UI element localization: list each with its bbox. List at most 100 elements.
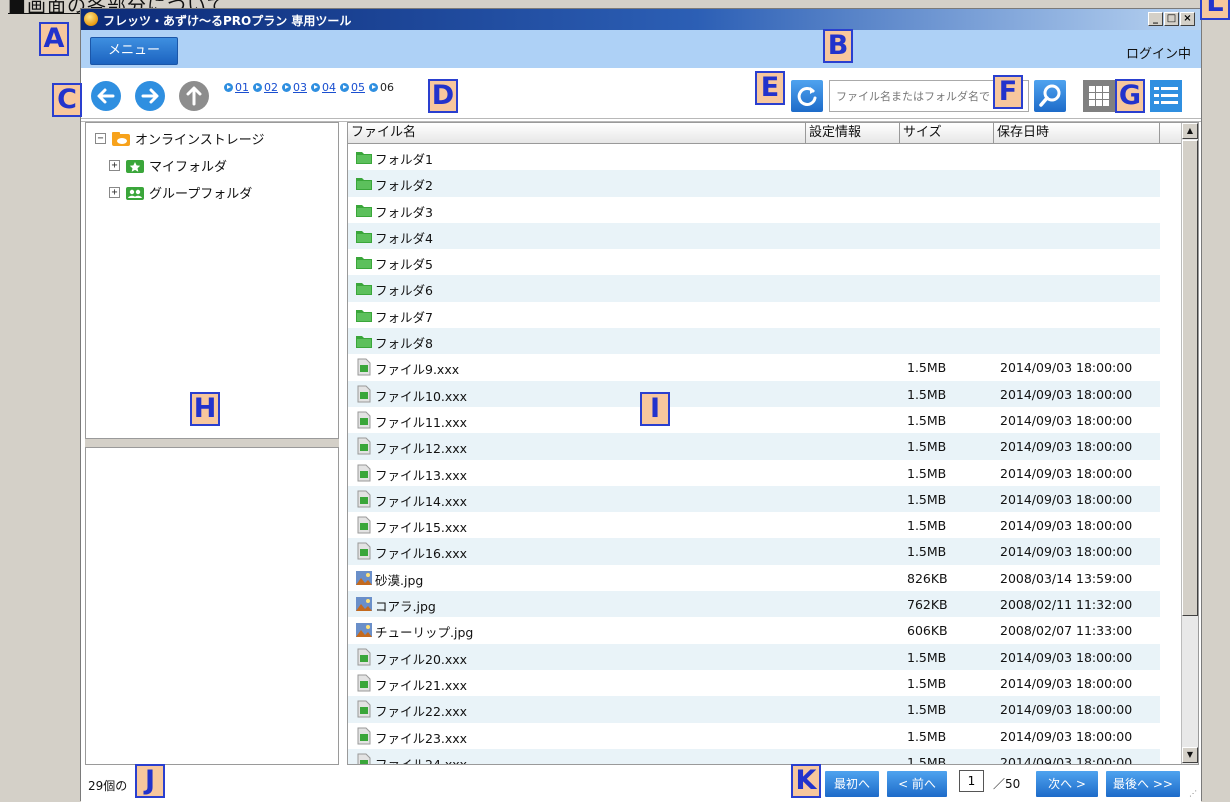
file-date: 2008/03/14 13:59:00 xyxy=(1000,570,1133,586)
star-folder-icon xyxy=(125,158,145,174)
callout-marker: J xyxy=(135,764,165,798)
table-row[interactable]: ファイル23.xxx 1.5MB 2014/09/03 18:00:00 xyxy=(348,723,1160,749)
folder-icon xyxy=(355,148,373,166)
file-name: フォルダ3 xyxy=(375,204,433,220)
table-row[interactable]: ファイル11.xxx 1.5MB 2014/09/03 18:00:00 xyxy=(348,407,1160,433)
breadcrumb-link[interactable]: 03 xyxy=(293,81,307,94)
table-row[interactable]: フォルダ7 xyxy=(348,302,1160,328)
tree-item-label: グループフォルダ xyxy=(149,187,253,202)
file-name: ファイル10.xxx xyxy=(375,388,468,404)
file-size: 762KB xyxy=(907,597,948,613)
chevron-right-icon xyxy=(311,83,320,92)
vertical-scrollbar[interactable]: ▲ ▼ xyxy=(1181,123,1198,764)
column-header-size[interactable]: サイズ xyxy=(900,123,994,144)
chevron-right-icon xyxy=(340,83,349,92)
breadcrumb-item[interactable]: 02 xyxy=(253,81,278,94)
expand-icon[interactable]: + xyxy=(109,160,120,171)
first-page-button[interactable]: 最初へ xyxy=(825,771,879,797)
table-row[interactable]: フォルダ3 xyxy=(348,197,1160,223)
table-row[interactable]: フォルダ2 xyxy=(348,170,1160,197)
table-row[interactable]: フォルダ1 xyxy=(348,144,1160,170)
breadcrumb-item[interactable]: 05 xyxy=(340,81,365,94)
collapse-icon[interactable]: − xyxy=(95,133,106,144)
refresh-button[interactable] xyxy=(791,80,823,112)
file-date: 2014/09/03 18:00:00 xyxy=(1000,544,1133,560)
file-name: ファイル16.xxx xyxy=(375,546,468,562)
table-row[interactable]: フォルダ5 xyxy=(348,249,1160,275)
callout-marker: L xyxy=(1200,0,1230,20)
tree-item-my-folder[interactable]: + マイフォルダ xyxy=(109,156,227,175)
close-button[interactable]: × xyxy=(1180,12,1195,26)
prev-page-button[interactable]: < 前へ xyxy=(887,771,947,797)
pane-splitter[interactable] xyxy=(85,439,339,447)
file-date: 2014/09/03 18:00:00 xyxy=(1000,465,1133,481)
folder-icon xyxy=(355,227,373,245)
table-row[interactable]: ファイル12.xxx 1.5MB 2014/09/03 18:00:00 xyxy=(348,433,1160,460)
tree-item-online-storage[interactable]: − オンラインストレージ xyxy=(95,129,264,148)
column-header-settings[interactable]: 設定情報 xyxy=(806,123,900,144)
title-bar[interactable]: フレッツ・あずけ～るPROプラン 専用ツール _ □ × xyxy=(81,9,1201,30)
column-header-name[interactable]: ファイル名 xyxy=(348,123,806,144)
file-size: 1.5MB xyxy=(907,439,947,455)
image-icon xyxy=(355,595,373,613)
minimize-button[interactable]: _ xyxy=(1148,12,1163,26)
table-row[interactable]: フォルダ6 xyxy=(348,275,1160,302)
breadcrumb-item[interactable]: 03 xyxy=(282,81,307,94)
page-number-input[interactable] xyxy=(959,770,984,792)
grid-view-button[interactable] xyxy=(1083,80,1115,112)
list-view-button[interactable] xyxy=(1150,80,1182,112)
breadcrumb-link[interactable]: 05 xyxy=(351,81,365,94)
file-icon xyxy=(355,437,373,455)
scroll-up-icon[interactable]: ▲ xyxy=(1182,123,1198,139)
table-row[interactable]: 砂漠.jpg 826KB 2008/03/14 13:59:00 xyxy=(348,565,1160,591)
table-row[interactable]: ファイル10.xxx 1.5MB 2014/09/03 18:00:00 xyxy=(348,380,1160,407)
menu-button[interactable]: メニュー xyxy=(90,37,178,65)
table-row[interactable]: ファイル13.xxx 1.5MB 2014/09/03 18:00:00 xyxy=(348,460,1160,486)
app-logo-icon xyxy=(84,12,98,26)
last-page-button[interactable]: 最後へ >> xyxy=(1106,771,1180,797)
table-row[interactable]: ファイル21.xxx 1.5MB 2014/09/03 18:00:00 xyxy=(348,670,1160,696)
table-row[interactable]: ファイル9.xxx 1.5MB 2014/09/03 18:00:00 xyxy=(348,354,1160,380)
table-row[interactable]: コアラ.jpg 762KB 2008/02/11 11:32:00 xyxy=(348,591,1160,618)
breadcrumb-link[interactable]: 01 xyxy=(235,81,249,94)
breadcrumb-item[interactable]: 01 xyxy=(224,81,249,94)
table-row[interactable]: チューリップ.jpg 606KB 2008/02/07 11:33:00 xyxy=(348,617,1160,643)
status-bar: 29個の 最初へ < 前へ ／50 次へ > 最後へ >> ⋰ xyxy=(81,765,1201,802)
forward-button[interactable] xyxy=(134,80,166,112)
menu-bar: メニュー ログイン中 xyxy=(81,30,1201,68)
table-row[interactable]: ファイル16.xxx 1.5MB 2014/09/03 18:00:00 xyxy=(348,538,1160,565)
table-row[interactable]: ファイル20.xxx 1.5MB 2014/09/03 18:00:00 xyxy=(348,643,1160,670)
callout-marker: H xyxy=(190,392,220,426)
tree-item-group-folder[interactable]: + グループフォルダ xyxy=(109,183,252,202)
table-row[interactable]: フォルダ4 xyxy=(348,222,1160,250)
maximize-button[interactable]: □ xyxy=(1164,12,1179,26)
file-date: 2014/09/03 18:00:00 xyxy=(1000,702,1133,718)
expand-icon[interactable]: + xyxy=(109,187,120,198)
breadcrumb-link[interactable]: 04 xyxy=(322,81,336,94)
column-header-date[interactable]: 保存日時 xyxy=(994,123,1160,144)
file-icon xyxy=(355,464,373,482)
file-size: 1.5MB xyxy=(907,465,947,481)
up-button[interactable] xyxy=(178,80,210,112)
breadcrumb-current: 06 xyxy=(380,81,394,94)
resize-grip-icon[interactable]: ⋰ xyxy=(1189,789,1199,799)
breadcrumb-item[interactable]: 04 xyxy=(311,81,336,94)
file-name: ファイル14.xxx xyxy=(375,493,468,509)
table-row[interactable]: ファイル14.xxx 1.5MB 2014/09/03 18:00:00 xyxy=(348,485,1160,513)
scroll-thumb[interactable] xyxy=(1182,140,1198,616)
scroll-down-icon[interactable]: ▼ xyxy=(1182,747,1198,763)
list-view-icon xyxy=(1154,87,1178,104)
back-button[interactable] xyxy=(90,80,122,112)
file-name: ファイル15.xxx xyxy=(375,520,468,536)
table-row[interactable]: ファイル15.xxx 1.5MB 2014/09/03 18:00:00 xyxy=(348,512,1160,538)
table-row[interactable]: フォルダ8 xyxy=(348,328,1160,355)
file-icon xyxy=(355,542,373,560)
table-row[interactable]: ファイル22.xxx 1.5MB 2014/09/03 18:00:00 xyxy=(348,696,1160,723)
search-button[interactable] xyxy=(1034,80,1066,112)
breadcrumb-link[interactable]: 02 xyxy=(264,81,278,94)
file-date: 2014/09/03 18:00:00 xyxy=(1000,491,1133,507)
file-name: フォルダ4 xyxy=(375,230,433,246)
table-row[interactable]: ファイル24.xxx 1.5MB 2014/09/03 18:00:00 xyxy=(348,748,1160,764)
next-page-button[interactable]: 次へ > xyxy=(1036,771,1098,797)
file-size: 1.5MB xyxy=(907,702,947,718)
